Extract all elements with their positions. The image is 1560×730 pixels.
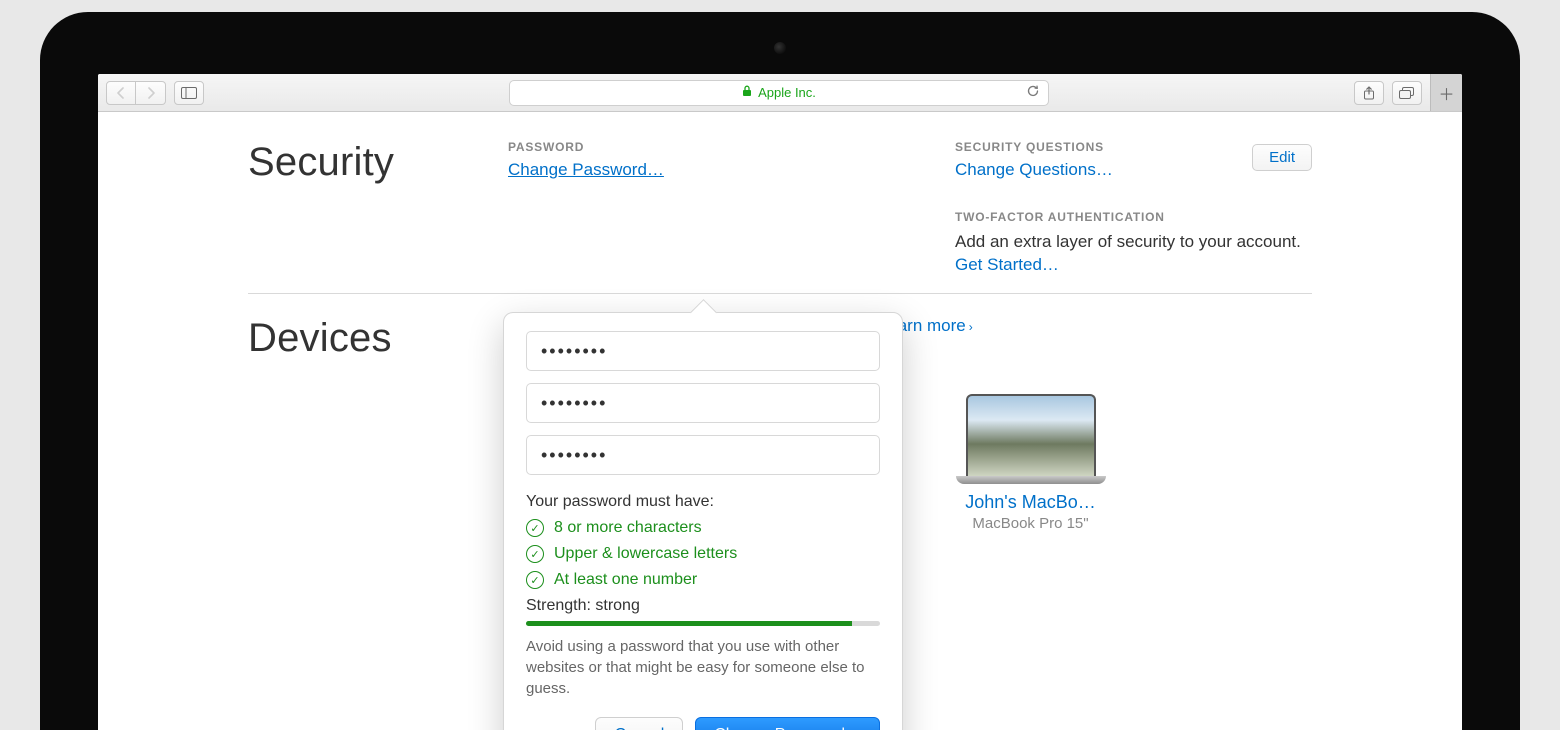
section-heading-devices: Devices	[248, 316, 458, 532]
device-card-macbook[interactable]: John's MacBo… MacBook Pro 15"	[948, 354, 1113, 532]
address-site-label: Apple Inc.	[758, 85, 816, 100]
chevron-right-icon: ›	[969, 320, 973, 334]
section-heading-security: Security	[248, 140, 458, 275]
change-password-popover: Your password must have: ✓ 8 or more cha…	[503, 312, 903, 730]
laptop-frame: Apple Inc. ＋ Edit Security	[40, 12, 1520, 730]
strength-label: Strength: strong	[526, 597, 880, 615]
check-circle-icon: ✓	[526, 545, 544, 563]
back-button[interactable]	[106, 81, 136, 105]
forward-button[interactable]	[136, 81, 166, 105]
change-password-link[interactable]: Change Password…	[508, 160, 664, 179]
password-label: PASSWORD	[508, 140, 865, 154]
requirement-item: ✓ 8 or more characters	[526, 519, 880, 537]
share-button[interactable]	[1354, 81, 1384, 105]
address-bar[interactable]: Apple Inc.	[509, 80, 1049, 106]
tabs-button[interactable]	[1392, 81, 1422, 105]
cancel-button[interactable]: Cancel	[595, 717, 683, 730]
requirement-item: ✓ At least one number	[526, 571, 880, 589]
requirements-title: Your password must have:	[526, 493, 880, 511]
twofactor-get-started-link[interactable]: Get Started…	[955, 255, 1059, 274]
check-circle-icon: ✓	[526, 519, 544, 537]
strength-meter-fill	[526, 621, 852, 626]
current-password-input[interactable]	[526, 331, 880, 371]
requirement-text: 8 or more characters	[554, 519, 702, 537]
strength-meter	[526, 621, 880, 626]
device-name: John's MacBo…	[948, 492, 1113, 513]
screen: Apple Inc. ＋ Edit Security	[98, 74, 1462, 730]
confirm-password-input[interactable]	[526, 435, 880, 475]
reload-icon[interactable]	[1026, 84, 1040, 101]
macbook-icon	[956, 394, 1106, 484]
nav-back-forward	[106, 81, 166, 105]
requirement-text: Upper & lowercase letters	[554, 545, 737, 563]
devices-intro: w. Learn more›	[858, 316, 1312, 336]
twofactor-desc: Add an extra layer of security to your a…	[955, 230, 1312, 255]
requirement-text: At least one number	[554, 571, 697, 589]
camera-icon	[774, 42, 786, 54]
new-password-input[interactable]	[526, 383, 880, 423]
sidebar-toggle-button[interactable]	[174, 81, 204, 105]
lock-icon	[742, 85, 752, 100]
change-password-submit-button[interactable]: Change Password…	[695, 717, 880, 730]
security-section: Security PASSWORD Change Password… SECUR…	[248, 140, 1312, 275]
twofactor-label: TWO-FACTOR AUTHENTICATION	[955, 210, 1312, 224]
device-sub: MacBook Pro 15"	[948, 515, 1113, 532]
page-content: Edit Security PASSWORD Change Password… …	[98, 112, 1462, 730]
change-questions-link[interactable]: Change Questions…	[955, 160, 1113, 179]
safari-toolbar: Apple Inc. ＋	[98, 74, 1462, 112]
edit-button[interactable]: Edit	[1252, 144, 1312, 171]
password-column: PASSWORD Change Password…	[508, 140, 865, 275]
new-tab-button[interactable]: ＋	[1430, 74, 1462, 111]
requirement-item: ✓ Upper & lowercase letters	[526, 545, 880, 563]
check-circle-icon: ✓	[526, 571, 544, 589]
